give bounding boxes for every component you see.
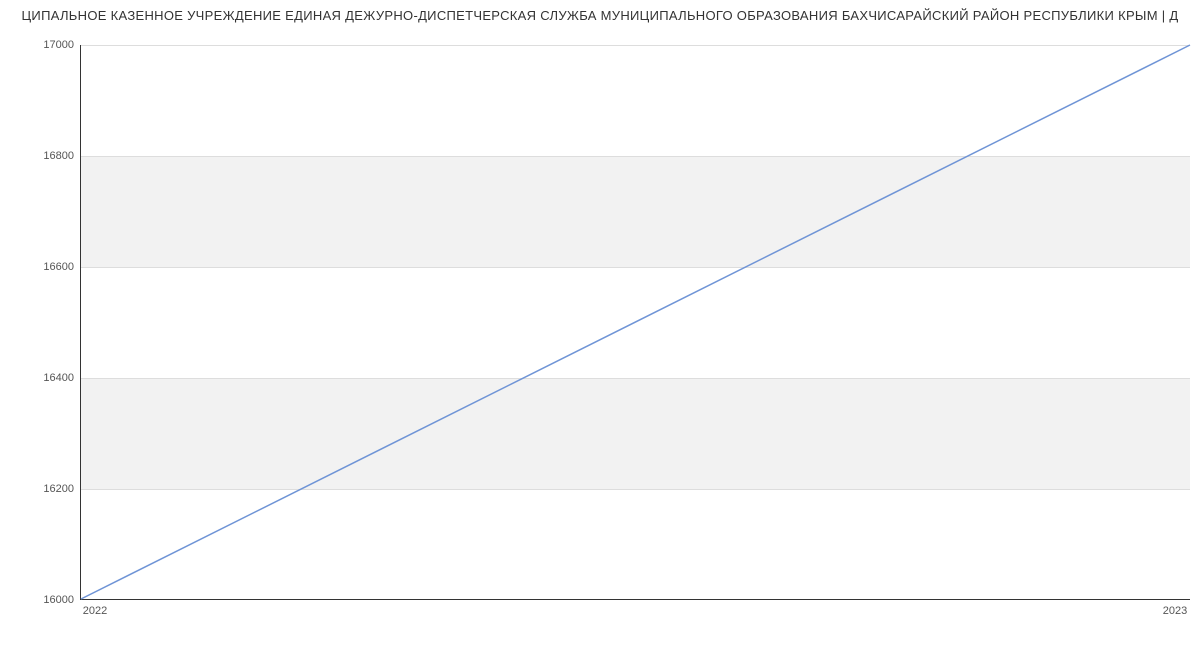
data-line xyxy=(81,45,1190,599)
x-tick-2022: 2022 xyxy=(83,605,107,617)
y-tick-17000: 17000 xyxy=(14,39,74,51)
plot-area xyxy=(80,45,1190,600)
chart-container: ЦИПАЛЬНОЕ КАЗЕННОЕ УЧРЕЖДЕНИЕ ЕДИНАЯ ДЕЖ… xyxy=(0,0,1200,650)
y-tick-16400: 16400 xyxy=(14,372,74,384)
y-tick-16000: 16000 xyxy=(14,594,74,606)
line-series xyxy=(81,45,1190,599)
chart-title: ЦИПАЛЬНОЕ КАЗЕННОЕ УЧРЕЖДЕНИЕ ЕДИНАЯ ДЕЖ… xyxy=(0,8,1200,23)
x-tick-2023: 2023 xyxy=(1163,605,1187,617)
y-tick-16600: 16600 xyxy=(14,261,74,273)
y-tick-16200: 16200 xyxy=(14,483,74,495)
y-tick-16800: 16800 xyxy=(14,150,74,162)
